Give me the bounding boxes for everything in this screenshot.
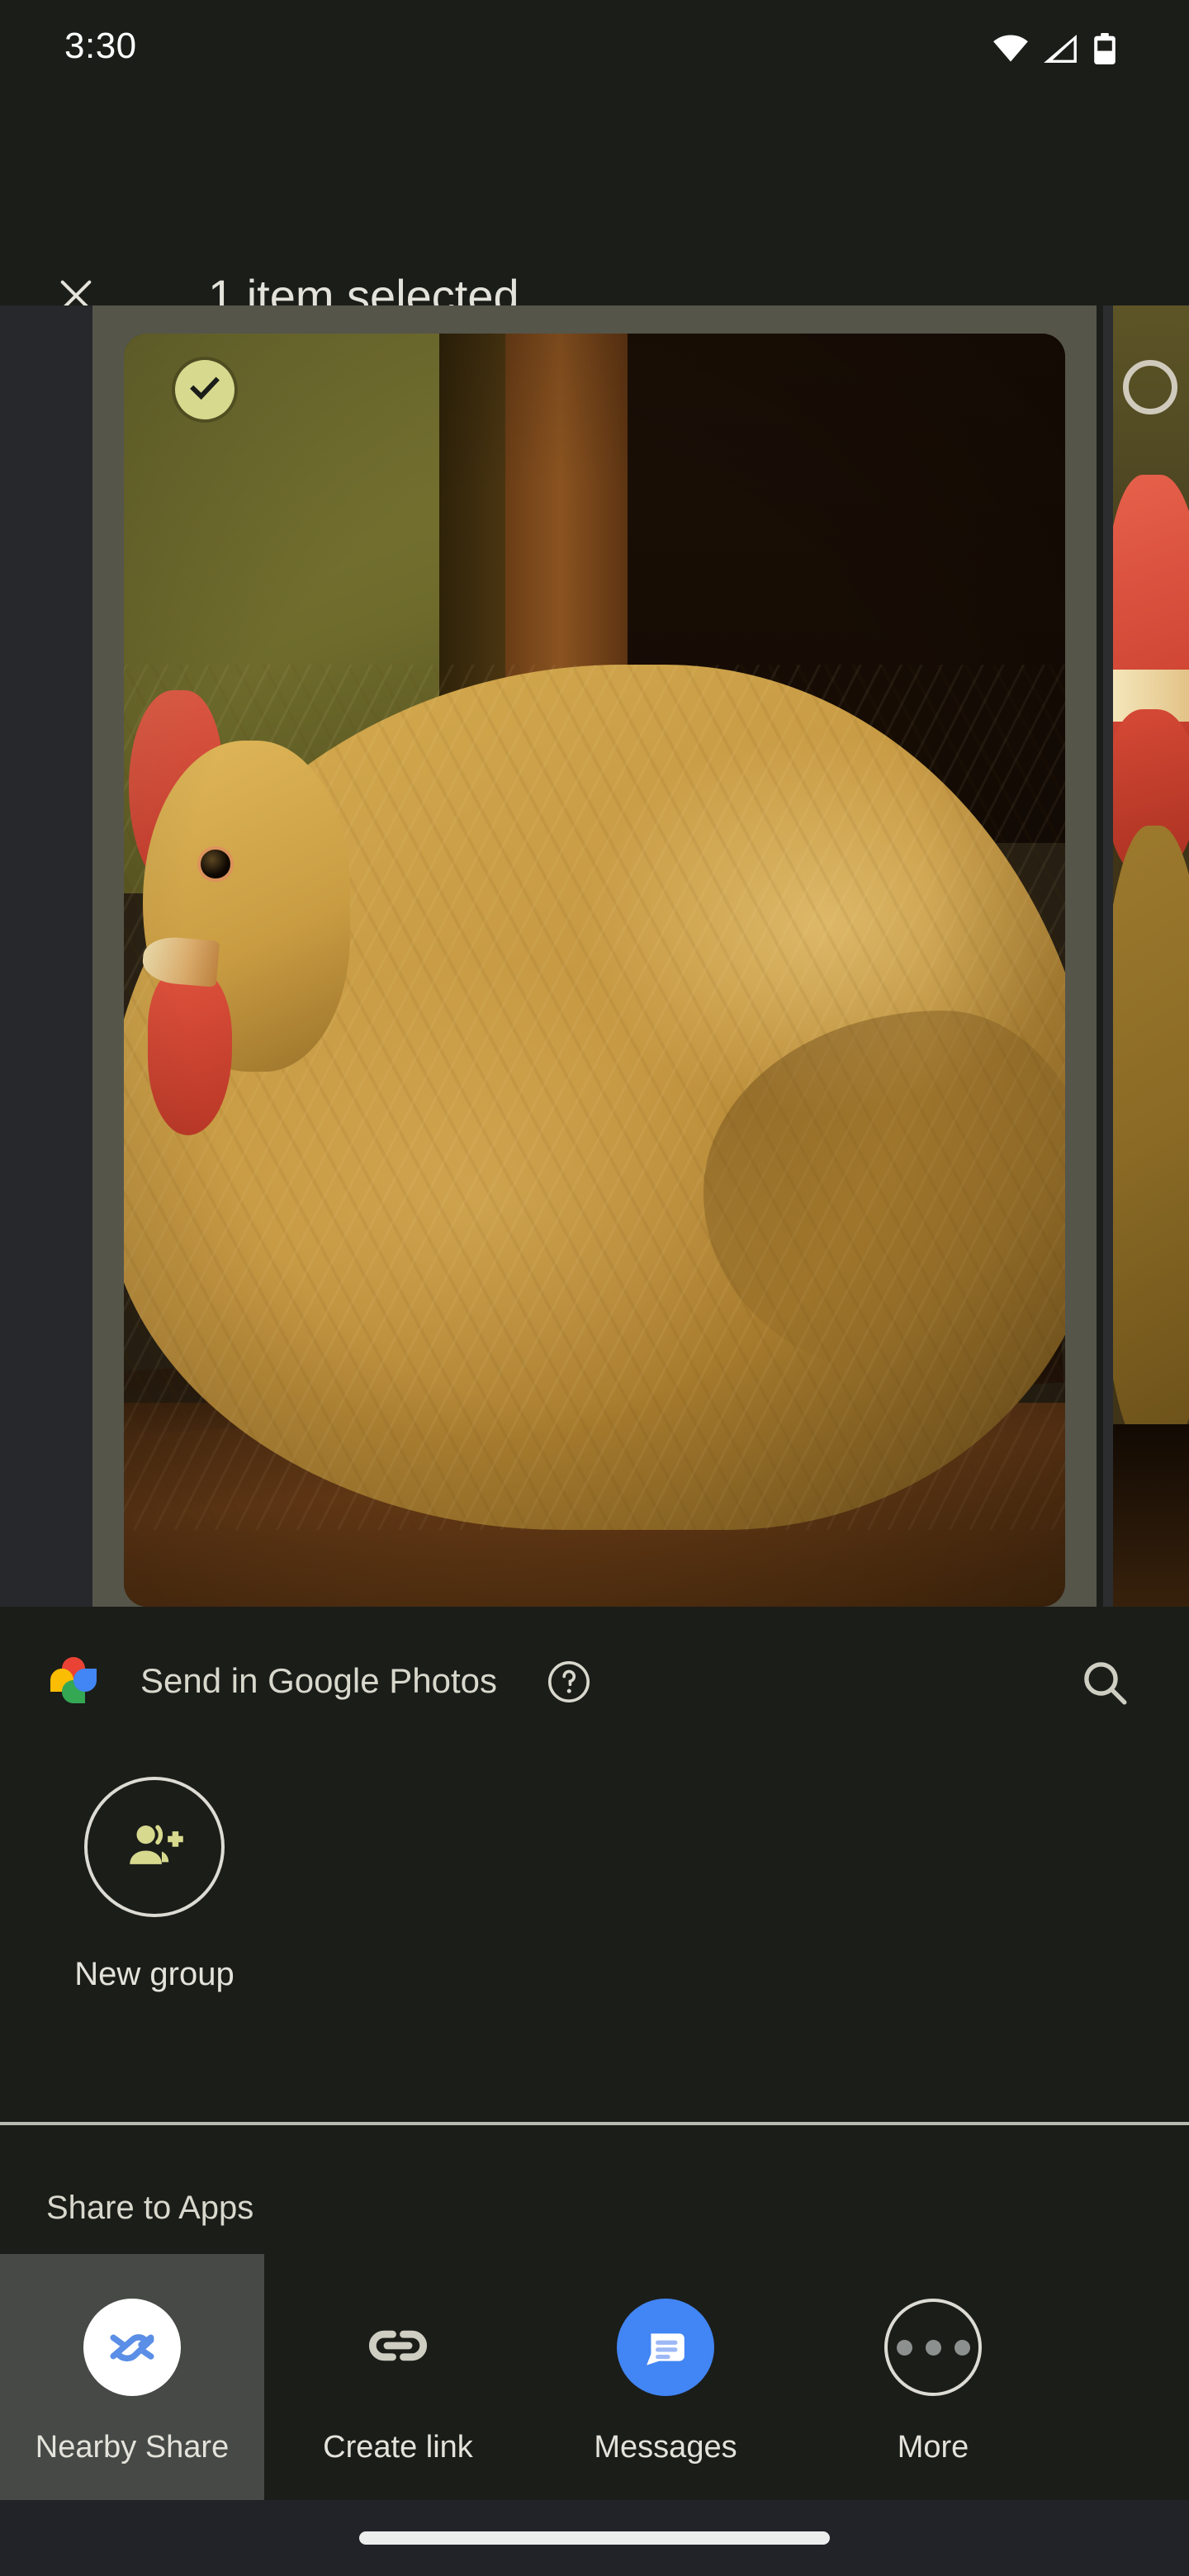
- screen-root: 3:30 1 item selected Send in Google Phot…: [0, 0, 1189, 2576]
- messages-icon: [617, 2299, 714, 2396]
- more-icon-wrap: [884, 2299, 982, 2396]
- status-bar-clock: 3:30: [64, 26, 137, 66]
- photo-image-chicken-closeup: [1113, 305, 1189, 1607]
- search-icon[interactable]: [1077, 1655, 1133, 1711]
- share-to-apps-heading: Share to Apps: [46, 2190, 254, 2226]
- photo-vignette: [124, 334, 1065, 1607]
- new-group-label: New group: [74, 1956, 234, 1992]
- system-nav-bar: [0, 2500, 1189, 2576]
- share-sheet-title: Send in Google Photos: [140, 1661, 497, 1700]
- photo-thumbnail-next[interactable]: [1103, 305, 1189, 1607]
- section-divider: [0, 2122, 1189, 2125]
- check-circle-icon: [187, 370, 223, 410]
- messages-icon-wrap: [617, 2299, 714, 2396]
- home-gesture-pill[interactable]: [359, 2531, 830, 2545]
- new-group-button[interactable]: New group: [51, 1777, 258, 1995]
- share-target-messages[interactable]: Messages: [532, 2254, 799, 2526]
- share-target-label: More: [897, 2430, 969, 2465]
- help-circle-icon[interactable]: [545, 1658, 593, 1706]
- nearby-share-icon: [83, 2299, 181, 2396]
- more-horizontal-icon: [884, 2299, 982, 2396]
- photo-strip[interactable]: [0, 305, 1189, 1607]
- hen-photo-artwork: [124, 334, 1065, 1607]
- more-dot: [896, 2339, 912, 2356]
- share-target-label: Nearby Share: [35, 2430, 230, 2465]
- photo2-floor: [1113, 1424, 1189, 1607]
- hen2-body: [1113, 826, 1189, 1451]
- photo-strip-left-gutter: [0, 305, 92, 1607]
- wifi-icon: [992, 35, 1029, 63]
- link-icon-wrap: [349, 2299, 447, 2396]
- google-photos-pinwheel-icon: [45, 1651, 102, 1709]
- more-dot: [954, 2339, 970, 2356]
- share-target-label: Create link: [323, 2430, 473, 2465]
- hen2-photo-artwork: [1113, 305, 1189, 1607]
- nearby-share-icon-wrap: [83, 2299, 181, 2396]
- people-row: New group: [0, 1752, 1189, 2082]
- battery-icon: [1093, 33, 1116, 64]
- cellular-signal-icon: [1044, 35, 1078, 63]
- status-bar: 3:30: [0, 0, 1189, 89]
- share-target-label: Messages: [594, 2430, 737, 2465]
- status-bar-icons: [992, 33, 1116, 64]
- share-target-nearby-share[interactable]: Nearby Share: [0, 2254, 264, 2526]
- photo-thumbnail-selected[interactable]: [92, 305, 1097, 1607]
- photo-unselected-checkbox[interactable]: [1123, 360, 1177, 414]
- photo-image-chicken: [124, 334, 1065, 1607]
- link-icon: [360, 2308, 436, 2388]
- more-dot: [925, 2339, 941, 2356]
- share-sheet-header: Send in Google Photos: [0, 1607, 1189, 1752]
- share-to-apps-row: Nearby Share Create link Messages More: [0, 2254, 1189, 2526]
- person-add-icon: [119, 1810, 190, 1885]
- share-target-more[interactable]: More: [799, 2254, 1067, 2526]
- app-bar: 1 item selected: [0, 89, 1189, 322]
- photo-selected-checkbox[interactable]: [175, 360, 234, 419]
- new-group-avatar: [84, 1777, 225, 1917]
- share-target-create-link[interactable]: Create link: [264, 2254, 532, 2526]
